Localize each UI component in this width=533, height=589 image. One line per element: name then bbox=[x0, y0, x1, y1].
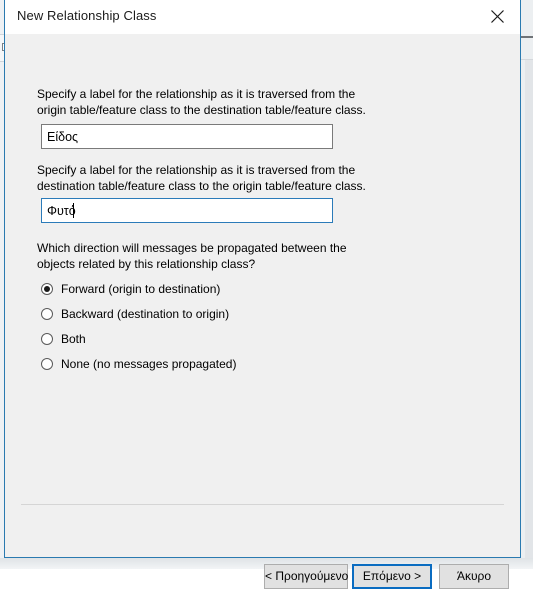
new-relationship-class-dialog: New Relationship Class Specify a label f… bbox=[4, 0, 521, 589]
dialog-titlebar: New Relationship Class bbox=[5, 0, 520, 34]
radio-icon-selected bbox=[41, 283, 53, 295]
text-cursor bbox=[73, 203, 74, 218]
back-button[interactable]: < Προηγούμενο bbox=[264, 564, 348, 589]
forward-label-input[interactable] bbox=[41, 124, 333, 149]
radio-label-forward: Forward (origin to destination) bbox=[61, 282, 221, 296]
dialog-content: Specify a label for the relationship as … bbox=[5, 34, 520, 589]
radio-label-both: Both bbox=[61, 332, 86, 346]
next-button[interactable]: Επόμενο > bbox=[352, 564, 432, 589]
footer-divider bbox=[21, 504, 504, 505]
radio-option-both[interactable]: Both bbox=[41, 330, 86, 348]
radio-label-backward: Backward (destination to origin) bbox=[61, 307, 230, 321]
close-icon bbox=[490, 10, 504, 23]
radio-icon-unselected bbox=[41, 358, 53, 370]
message-direction-description: Which direction will messages be propaga… bbox=[37, 241, 347, 271]
backward-label-input[interactable] bbox=[41, 198, 333, 223]
radio-icon-unselected bbox=[41, 308, 53, 320]
radio-icon-unselected bbox=[41, 333, 53, 345]
close-button[interactable] bbox=[474, 0, 520, 33]
dialog-title: New Relationship Class bbox=[17, 8, 157, 23]
background-right-shading bbox=[525, 60, 533, 569]
forward-label-description: Specify a label for the relationship as … bbox=[37, 87, 366, 117]
radio-option-none[interactable]: None (no messages propagated) bbox=[41, 355, 236, 373]
radio-option-backward[interactable]: Backward (destination to origin) bbox=[41, 305, 229, 323]
radio-label-none: None (no messages propagated) bbox=[61, 357, 237, 371]
radio-option-forward[interactable]: Forward (origin to destination) bbox=[41, 280, 220, 298]
cancel-button[interactable]: Άκυρο bbox=[439, 564, 509, 589]
backward-label-description: Specify a label for the relationship as … bbox=[37, 163, 366, 193]
